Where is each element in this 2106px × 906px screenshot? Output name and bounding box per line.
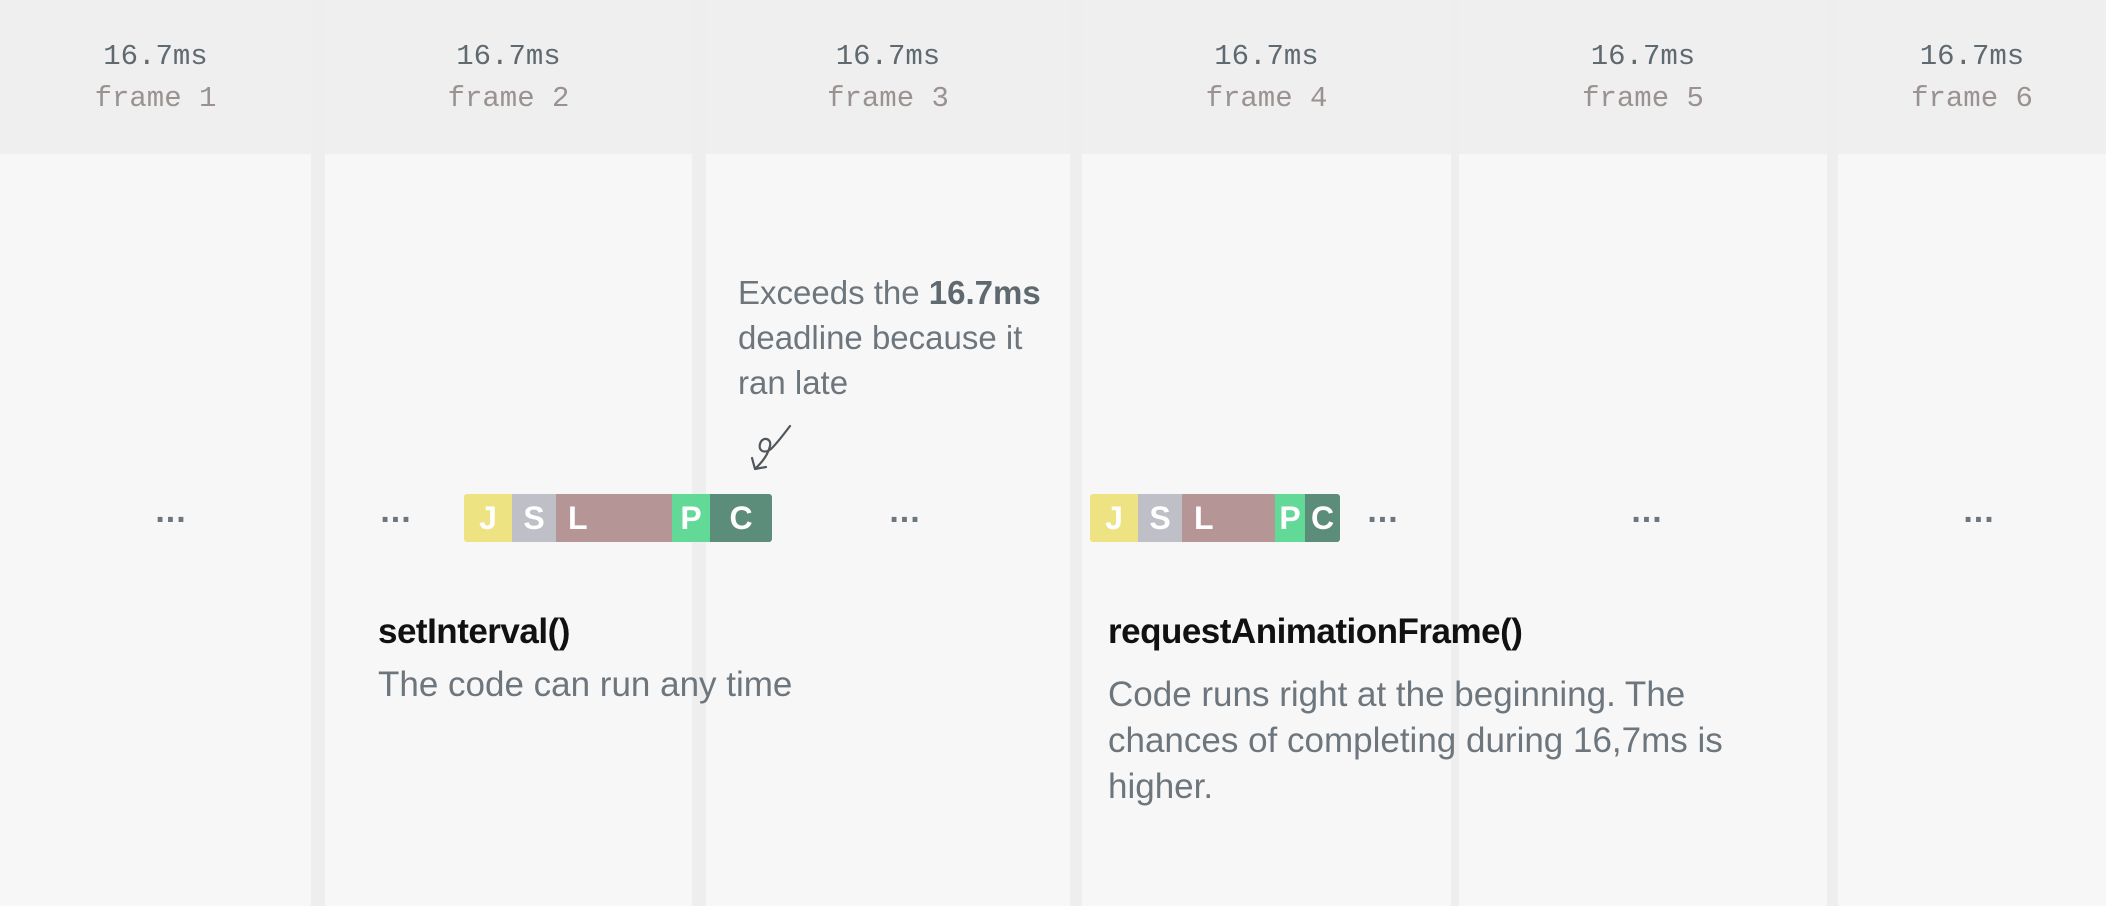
frame-timeline-diagram: 16.7ms frame 1 16.7ms frame 2 16.7ms fra…	[0, 0, 2106, 906]
frame-duration: 16.7ms	[456, 40, 561, 73]
frame-duration: 16.7ms	[1214, 40, 1319, 73]
ellipsis: ...	[1367, 492, 1399, 530]
composite-segment: C	[710, 494, 772, 542]
frame-header-1: 16.7ms frame 1	[0, 0, 311, 154]
frame-label: frame 1	[94, 82, 217, 115]
js-segment: J	[464, 494, 512, 542]
frame-header-4: 16.7ms frame 4	[1082, 0, 1451, 154]
frame-label: frame 5	[1582, 82, 1704, 115]
js-segment: J	[1090, 494, 1138, 542]
task-bar-set-interval: J S L P C	[464, 494, 772, 542]
frame-duration: 16.7ms	[1919, 40, 2025, 73]
composite-segment: C	[1305, 494, 1340, 542]
frame-label: frame 3	[827, 82, 949, 115]
task-bar-request-animation-frame: J S L P C	[1090, 494, 1340, 542]
frame-header-2: 16.7ms frame 2	[325, 0, 692, 154]
annotation-suffix: deadline because it ran late	[738, 319, 1023, 401]
paint-segment: P	[1275, 494, 1305, 542]
frame-column-1: 16.7ms frame 1	[0, 0, 311, 906]
request-animation-frame-title: requestAnimationFrame()	[1108, 612, 1523, 651]
frame-duration: 16.7ms	[835, 40, 941, 73]
frame-label: frame 6	[1911, 82, 2033, 115]
frame-label: frame 2	[447, 82, 570, 115]
paint-segment: P	[672, 494, 710, 542]
layout-segment: L	[556, 494, 672, 542]
frame-column-6: 16.7ms frame 6	[1838, 0, 2106, 906]
frame-duration: 16.7ms	[1590, 40, 1696, 73]
frame-duration: 16.7ms	[103, 40, 208, 73]
deadline-annotation: Exceeds the 16.7ms deadline because it r…	[738, 270, 1068, 405]
annotation-emphasis: 16.7ms	[928, 274, 1041, 311]
frame-label: frame 4	[1205, 82, 1328, 115]
frame-header-3: 16.7ms frame 3	[706, 0, 1070, 154]
set-interval-description: The code can run any time	[378, 665, 793, 704]
request-animation-frame-description: Code runs right at the beginning. The ch…	[1108, 675, 1723, 806]
ellipsis: ...	[1631, 492, 1663, 530]
style-segment: S	[1138, 494, 1182, 542]
layout-segment: L	[1182, 494, 1275, 542]
frame-column-2: 16.7ms frame 2	[325, 0, 692, 906]
ellipsis: ...	[155, 492, 187, 530]
style-segment: S	[512, 494, 556, 542]
set-interval-title: setInterval()	[378, 612, 570, 651]
annotation-prefix: Exceeds the	[738, 274, 929, 311]
frame-header-6: 16.7ms frame 6	[1838, 0, 2106, 154]
ellipsis: ...	[380, 492, 412, 530]
ellipsis: ...	[889, 492, 921, 530]
ellipsis: ...	[1963, 492, 1995, 530]
curly-arrow-icon	[750, 424, 792, 471]
frame-header-5: 16.7ms frame 5	[1459, 0, 1827, 154]
